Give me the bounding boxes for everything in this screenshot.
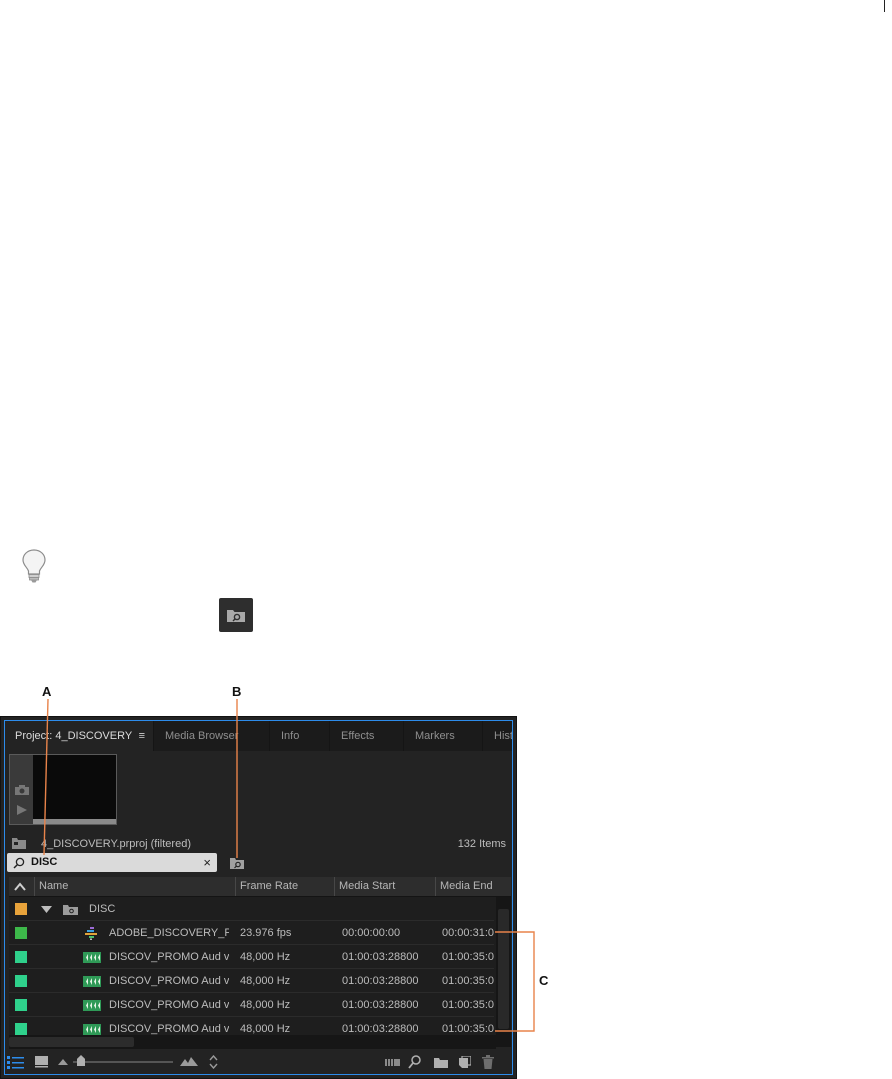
row-media-start: 01:00:03:28800 xyxy=(342,975,419,987)
panel-toolbar xyxy=(5,1051,512,1075)
column-header-name[interactable]: Name xyxy=(34,877,235,896)
row-media-start: 01:00:03:28800 xyxy=(342,951,419,963)
table-row[interactable]: ADOBE_DISCOVERY_P 23.976 fps 00:00:00:00… xyxy=(9,921,494,945)
clear-search-icon[interactable]: × xyxy=(203,853,211,872)
search-bin-icon xyxy=(63,905,78,915)
tab-effects[interactable]: Effects xyxy=(331,721,404,751)
items-count: 132 Items xyxy=(457,838,506,850)
find-bin-icon xyxy=(219,598,253,632)
new-bin-icon[interactable] xyxy=(434,1057,448,1068)
label-color-swatch[interactable] xyxy=(15,927,27,939)
table-row[interactable]: DISCOV_PROMO Aud v 48,000 Hz 01:00:03:28… xyxy=(9,945,494,969)
audio-clip-icon xyxy=(83,1024,101,1035)
label-color-swatch[interactable] xyxy=(15,975,27,987)
audio-clip-icon xyxy=(83,1000,101,1011)
callout-c: C xyxy=(539,973,549,988)
tab-project-label: Project: 4_DISCOVERY xyxy=(15,730,133,742)
preview-controls xyxy=(10,755,33,824)
search-input[interactable]: DISC xyxy=(31,854,191,871)
project-file-name: 4_DISCOVERY.prproj (filtered) xyxy=(41,838,191,850)
table-row[interactable]: DISCOV_PROMO Aud v 48,000 Hz 01:00:03:28… xyxy=(9,969,494,993)
row-frame-rate: 48,000 Hz xyxy=(240,951,291,963)
row-name: DISCOV_PROMO Aud v xyxy=(109,951,229,963)
panel-menu-icon[interactable]: ≡ xyxy=(139,721,145,751)
zoom-out-icon[interactable] xyxy=(58,1059,68,1065)
label-color-swatch[interactable] xyxy=(15,903,27,915)
audio-clip-icon xyxy=(83,976,101,987)
preview-thumbnail xyxy=(9,754,117,825)
vertical-scroll-thumb[interactable] xyxy=(498,909,509,1029)
panel-tab-bar: Project: 4_DISCOVERY ≡ Media Browser Inf… xyxy=(5,721,512,751)
row-frame-rate: 23.976 fps xyxy=(240,927,292,939)
row-media-end: 00:00:31:0 xyxy=(442,927,494,939)
horizontal-scroll-thumb[interactable] xyxy=(9,1037,134,1047)
row-name: DISCOV_PROMO Aud v xyxy=(109,999,229,1011)
row-media-end: 01:00:35:0 xyxy=(442,975,494,987)
row-name: DISCOV_PROMO Aud v xyxy=(109,975,229,987)
page-corner-mark xyxy=(884,0,885,12)
tab-markers[interactable]: Markers xyxy=(405,721,483,751)
list-view-icon[interactable] xyxy=(7,1056,25,1069)
zoom-slider-track[interactable] xyxy=(73,1061,173,1063)
label-color-swatch[interactable] xyxy=(15,951,27,963)
row-name: DISC xyxy=(89,903,116,915)
project-bin-icon xyxy=(12,838,26,849)
label-color-swatch[interactable] xyxy=(15,1023,27,1035)
column-header-frame-rate[interactable]: Frame Rate xyxy=(235,877,334,896)
row-frame-rate: 48,000 Hz xyxy=(240,975,291,987)
vertical-scrollbar[interactable] xyxy=(496,897,511,1047)
table-row-bin[interactable]: DISC xyxy=(9,897,494,921)
icon-view-icon[interactable] xyxy=(35,1056,49,1068)
new-item-icon[interactable] xyxy=(459,1056,471,1068)
horizontal-scrollbar[interactable] xyxy=(9,1035,496,1049)
project-panel: Project: 4_DISCOVERY ≡ Media Browser Inf… xyxy=(0,716,517,1079)
column-header-media-start[interactable]: Media Start xyxy=(334,877,435,896)
search-box[interactable]: DISC × xyxy=(7,853,217,872)
row-media-end: 01:00:35:0 xyxy=(442,951,494,963)
row-frame-rate: 48,000 Hz xyxy=(240,999,291,1011)
table-header: Name Frame Rate Media Start Media End xyxy=(9,877,511,897)
sort-icons-icon[interactable] xyxy=(209,1055,218,1069)
sequence-icon xyxy=(85,927,97,940)
callout-a: A xyxy=(42,684,52,699)
label-color-swatch[interactable] xyxy=(15,999,27,1011)
lightbulb-icon xyxy=(22,549,46,583)
row-media-start: 01:00:03:28800 xyxy=(342,999,419,1011)
row-media-start: 00:00:00:00 xyxy=(342,927,401,939)
sort-up-icon[interactable] xyxy=(14,882,26,891)
row-name: ADOBE_DISCOVERY_P xyxy=(109,927,229,939)
trash-icon[interactable] xyxy=(482,1055,494,1069)
create-search-bin-button[interactable] xyxy=(229,855,245,870)
disclosure-triangle-icon[interactable] xyxy=(41,906,52,913)
play-icon[interactable] xyxy=(16,804,28,816)
tab-project[interactable]: Project: 4_DISCOVERY ≡ xyxy=(5,721,154,751)
zoom-slider-knob[interactable] xyxy=(77,1055,85,1066)
callout-b: B xyxy=(232,684,242,699)
search-icon xyxy=(13,857,25,869)
find-icon[interactable] xyxy=(408,1055,421,1069)
project-items-table: Name Frame Rate Media Start Media End DI… xyxy=(9,877,511,1047)
camera-icon[interactable] xyxy=(14,784,30,796)
table-row[interactable]: DISCOV_PROMO Aud v 48,000 Hz 01:00:03:28… xyxy=(9,993,494,1017)
preview-scrubber[interactable] xyxy=(33,819,116,824)
tab-info[interactable]: Info xyxy=(271,721,330,751)
tab-history[interactable]: Histo xyxy=(484,721,512,751)
tab-media-browser[interactable]: Media Browser xyxy=(155,721,270,751)
zoom-in-icon[interactable] xyxy=(180,1057,198,1066)
automate-to-sequence-icon[interactable] xyxy=(385,1058,401,1067)
column-header-media-end[interactable]: Media End xyxy=(435,877,511,896)
audio-clip-icon xyxy=(83,952,101,963)
row-media-end: 01:00:35:0 xyxy=(442,999,494,1011)
